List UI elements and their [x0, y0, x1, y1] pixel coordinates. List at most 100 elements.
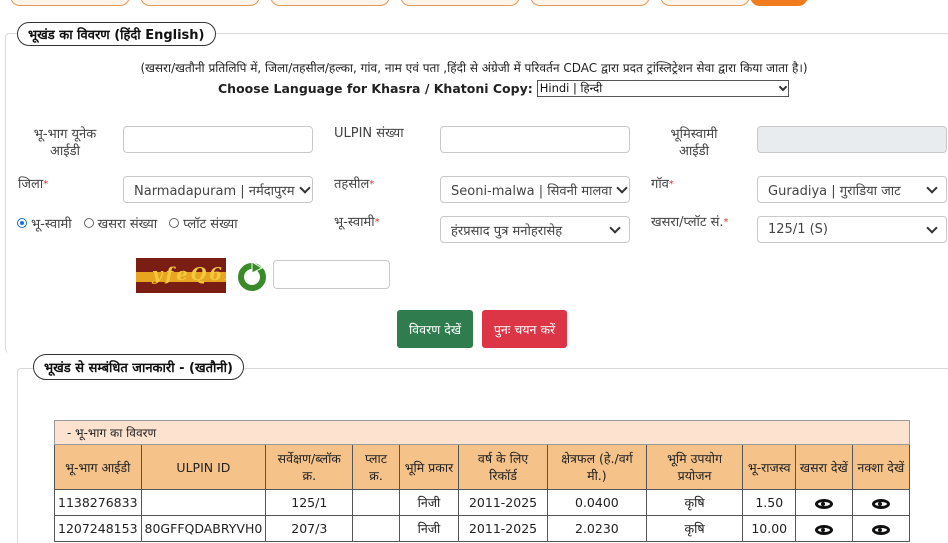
tehsil-label: तहसील* — [334, 177, 375, 192]
village-select[interactable]: Guradiya | गुराडिया जाट — [757, 176, 947, 203]
col-header: भूमि प्रकार — [398, 444, 460, 490]
top-tab-strip — [0, 0, 948, 8]
reset-button[interactable]: पुनः चयन करें — [482, 310, 567, 348]
tehsil-select[interactable]: Seoni-malwa | सिवनी मालवा — [440, 176, 630, 203]
radio-plot-dot[interactable] — [169, 218, 180, 228]
radio-khasra[interactable]: खसरा संख्या — [83, 214, 158, 232]
col-header: भू-राजस्व — [742, 444, 797, 490]
table-row: 1207248153 80GFFQDABRYVH0 207/3 निजी 201… — [54, 515, 911, 542]
transliteration-note: (खसरा/खतौनी प्रतिलिपि में, जिला/तहसील/हल… — [140, 61, 808, 75]
cell-land-use: कृषि — [645, 489, 744, 516]
section-legend-khatoni: भूखंड से सम्बंधित जानकारी - (खतौनी) — [33, 354, 244, 380]
tab-1[interactable] — [10, 0, 130, 6]
col-header: सर्वेक्षण/ब्लॉक क्र. — [265, 444, 354, 490]
radio-plot-label: प्लॉट संख्या — [183, 217, 238, 232]
cell-area: 2.0230 — [546, 515, 647, 542]
cell-year: 2011-2025 — [458, 515, 548, 542]
language-label: Choose Language for Khasra / Khatoni Cop… — [218, 81, 533, 96]
tab-active[interactable] — [750, 0, 808, 6]
cell-revenue: 10.00 — [742, 515, 797, 542]
col-header: भूमि उपयोग प्रयोजन — [645, 444, 744, 490]
owner-label: भू-स्वामी* — [334, 215, 380, 230]
chevron-down-icon — [926, 221, 938, 234]
khasra-select[interactable]: 125/1 (S) — [757, 216, 947, 243]
view-details-button[interactable]: विवरण देखें — [397, 310, 473, 348]
khasra-label: खसरा/प्लॉट सं.* — [651, 215, 729, 230]
village-label: गॉव* — [651, 177, 674, 192]
cell-year: 2011-2025 — [458, 489, 548, 516]
cell-ulpin — [140, 489, 267, 516]
district-label: जिला* — [18, 177, 49, 192]
col-header: क्षेत्रफल (हे./वर्ग मी.) — [546, 444, 647, 490]
cell-land-use: कृषि — [645, 515, 744, 542]
cell-ulpin: 80GFFQDABRYVH0 — [140, 515, 267, 542]
col-header: प्लाट क्र. — [352, 444, 400, 490]
land-parcel-table: - भू-भाग का विवरण भू-भाग आईडी ULPIN ID स… — [54, 420, 911, 542]
cell-view-map — [851, 515, 911, 542]
radio-khasra-label: खसरा संख्या — [97, 217, 158, 232]
captcha-image: yfeQ6F — [136, 258, 226, 293]
owner-select-value: हंरप्रसाद पुत्र मनोहरासेह — [451, 223, 563, 239]
search-mode-radio-group: भू-स्वामी खसरा संख्या प्लॉट संख्या — [17, 214, 238, 232]
col-header: वर्ष के लिए रिकॉर्ड — [458, 444, 548, 490]
cell-parcel-id: 1207248153 — [54, 515, 142, 542]
table-row: 1138276833 125/1 निजी 2011-2025 0.0400 क… — [54, 489, 911, 516]
cell-land-type: निजी — [398, 515, 460, 542]
ulpin-label: ULPIN संख्या — [334, 126, 404, 141]
table-header-row: भू-भाग आईडी ULPIN ID सर्वेक्षण/ब्लॉक क्र… — [54, 444, 911, 490]
owner-id-input — [757, 126, 947, 153]
radio-plot[interactable]: प्लॉट संख्या — [169, 214, 238, 232]
cell-survey: 207/3 — [265, 515, 354, 542]
district-select-value: Narmadapuram | नर्मदापुरम — [134, 183, 295, 199]
cell-plot — [352, 489, 400, 516]
cell-view-khasra — [795, 489, 853, 516]
tab-5[interactable] — [530, 0, 650, 6]
chevron-down-icon — [926, 181, 938, 194]
cell-view-map — [851, 489, 911, 516]
eye-icon[interactable] — [871, 498, 890, 509]
radio-owner-label: भू-स्वामी — [31, 217, 72, 232]
unique-id-input[interactable] — [123, 126, 313, 153]
eye-icon[interactable] — [814, 524, 833, 535]
cell-survey: 125/1 — [265, 489, 354, 516]
radio-khasra-dot[interactable] — [83, 218, 94, 228]
table-caption-row: - भू-भाग का विवरण — [54, 420, 910, 445]
eye-icon[interactable] — [871, 524, 890, 535]
refresh-captcha-icon[interactable] — [236, 260, 268, 292]
captcha-input[interactable] — [273, 260, 390, 289]
tab-4[interactable] — [400, 0, 520, 6]
cell-parcel-id: 1138276833 — [54, 489, 142, 516]
village-select-value: Guradiya | गुराडिया जाट — [768, 183, 901, 199]
radio-owner[interactable]: भू-स्वामी — [17, 214, 72, 232]
radio-owner-dot[interactable] — [17, 218, 27, 228]
cell-area: 0.0400 — [546, 489, 647, 516]
tab-2[interactable] — [140, 0, 260, 6]
eye-icon[interactable] — [814, 498, 833, 509]
khasra-select-value: 125/1 (S) — [768, 222, 828, 237]
col-header: नक्शा देखें — [851, 444, 911, 490]
chevron-down-icon — [298, 181, 311, 194]
chevron-down-icon — [778, 82, 787, 91]
chevron-down-icon — [616, 181, 628, 194]
tab-6[interactable] — [660, 0, 750, 6]
cell-land-type: निजी — [398, 489, 460, 516]
tehsil-select-value: Seoni-malwa | सिवनी मालवा — [451, 183, 612, 199]
unique-id-label: भू-भाग यूनेक आईडी — [33, 127, 97, 159]
district-select[interactable]: Narmadapuram | नर्मदापुरम — [123, 176, 313, 203]
language-row: Choose Language for Khasra / Khatoni Cop… — [218, 80, 789, 97]
cell-revenue: 1.50 — [742, 489, 797, 516]
cell-view-khasra — [795, 515, 853, 542]
chevron-down-icon — [609, 221, 621, 234]
col-header: भू-भाग आईडी — [54, 444, 142, 490]
language-select-value: Hindi | हिन्दी — [539, 81, 603, 95]
language-select[interactable]: Hindi | हिन्दी — [536, 80, 789, 97]
col-header: ULPIN ID — [140, 444, 267, 490]
captcha-text: yfeQ6F — [152, 264, 226, 285]
col-header: खसरा देखें — [795, 444, 853, 490]
tab-3[interactable] — [270, 0, 390, 6]
owner-select[interactable]: हंरप्रसाद पुत्र मनोहरासेह — [440, 216, 630, 243]
table-caption: - भू-भाग का विवरण — [54, 420, 910, 445]
cell-plot — [352, 515, 400, 542]
ulpin-input[interactable] — [440, 126, 630, 153]
owner-id-label: भूमिस्वामी आईडी — [670, 127, 718, 159]
